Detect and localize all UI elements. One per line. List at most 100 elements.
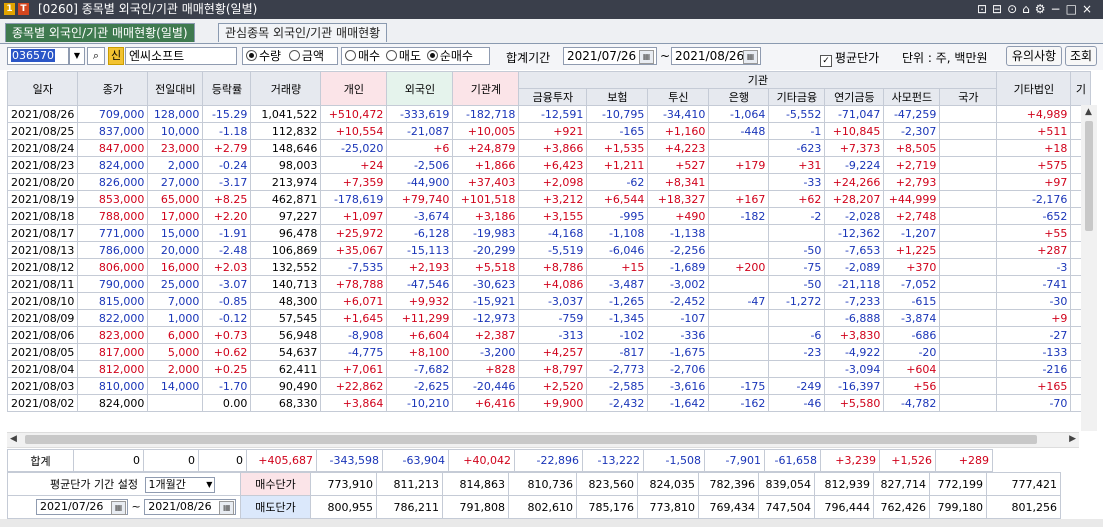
table-row[interactable]: 2021/08/25 837,000 10,000 -1.18 112,832 +10,5… [6, 122, 1092, 140]
table-row[interactable]: 2021/08/05 817,000 5,000 +0.62 54,637 -4,775 +… [6, 343, 1092, 361]
table-row[interactable]: 2021/08/24 847,000 23,000 +2.79 148,646 -25,0… [6, 139, 1092, 157]
header-bank[interactable]: 은행 [708, 88, 770, 106]
header-nation[interactable]: 국가 [939, 88, 998, 106]
table-row[interactable]: 2021/08/20 826,000 27,000 -3.17 213,974 +7,35… [6, 173, 1092, 191]
table-row[interactable]: 2021/08/12 806,000 16,000 +2.03 132,552 -7,53… [6, 258, 1092, 276]
gear-icon[interactable]: ⚙ [1035, 2, 1051, 16]
table-row[interactable]: 2021/08/11 790,000 25,000 -3.07 140,713 +78,7… [6, 275, 1092, 293]
search-icon[interactable]: ⌕ [87, 47, 105, 65]
table-row[interactable]: 2021/08/26 709,000 128,000 -15.29 1,041,522 +… [6, 105, 1092, 123]
dropdown-icon[interactable]: ▼ [69, 47, 85, 65]
cell-volume: 1,041,522 [250, 105, 322, 123]
maximize-icon[interactable]: □ [1066, 2, 1082, 16]
cell-nation [939, 207, 998, 225]
header-trust[interactable]: 투신 [647, 88, 710, 106]
calendar-icon[interactable]: ▦ [111, 501, 126, 515]
notice-button[interactable]: 유의사항 [1006, 46, 1062, 66]
scroll-left-icon[interactable]: ◀ [10, 434, 17, 444]
cell-trust: -2,256 [647, 241, 710, 259]
scroll-right-icon[interactable]: ▶ [1069, 434, 1076, 444]
minimize-icon[interactable]: − [1051, 2, 1066, 16]
radio-net[interactable]: 순매수 [426, 49, 473, 63]
header-fin-invest[interactable]: 금융투자 [518, 88, 588, 106]
radio-qty[interactable]: 수량 [246, 49, 281, 63]
tab-stock-daily[interactable]: 종목별 외국인/기관 매매현황(일별) [5, 23, 195, 42]
header-individual[interactable]: 개인 [320, 71, 388, 106]
query-button[interactable]: 조회 [1065, 46, 1097, 66]
chevron-down-icon: ▼ [206, 479, 213, 489]
buy-price-cell: 782,396 [698, 472, 759, 496]
scroll-thumb[interactable] [25, 435, 1037, 444]
table-row[interactable]: 2021/08/06 823,000 6,000 +0.73 56,948 -8,908 +… [6, 326, 1092, 344]
cell-change: 65,000 [147, 190, 204, 208]
cell-date: 2021/08/19 [6, 190, 79, 208]
window-controls[interactable]: ⊡⊟⊙⌂⚙−□× [977, 2, 1097, 17]
avg-period-value: 1개월간 [148, 477, 186, 491]
calendar-icon[interactable]: ▦ [639, 50, 654, 64]
radio-amount[interactable]: 금액 [288, 49, 324, 63]
link-icon[interactable]: ⊡ [977, 2, 992, 16]
header-date[interactable]: 일자 [6, 71, 79, 106]
header-foreign[interactable]: 외국인 [386, 71, 454, 106]
header-price[interactable]: 종가 [77, 71, 149, 106]
table-row[interactable]: 2021/08/18 788,000 17,000 +2.20 97,227 +1,097… [6, 207, 1092, 225]
table-row[interactable]: 2021/08/23 824,000 2,000 -0.24 98,003 +24 -2,5… [6, 156, 1092, 174]
tab-watchlist[interactable]: 관심종목 외국인/기관 매매현황 [218, 23, 388, 42]
radio-sell[interactable]: 매도 [385, 49, 421, 63]
scroll-up-icon[interactable]: ▲ [1085, 107, 1092, 117]
save-icon[interactable]: ⊟ [992, 2, 1007, 16]
table-row[interactable]: 2021/08/04 812,000 2,000 +0.25 62,411 +7,061-… [6, 360, 1092, 378]
header-change[interactable]: 전일대비 [147, 71, 204, 106]
cell-change: 17,000 [147, 207, 204, 225]
header-insurance[interactable]: 보험 [586, 88, 649, 106]
cell-nation [939, 173, 998, 191]
period-from-input[interactable]: 2021/07/26 ▦ [563, 47, 657, 65]
header-volume[interactable]: 거래량 [250, 71, 322, 106]
table-row[interactable]: 2021/08/17 771,000 15,000 -1.91 96,478 +25,97… [6, 224, 1092, 242]
cell-date: 2021/08/12 [6, 258, 79, 276]
avg-period-select[interactable]: 1개월간 ▼ [145, 476, 216, 493]
avg-to-input[interactable]: 2021/08/26 ▦ [144, 499, 237, 515]
period-tilde: ~ [660, 49, 671, 63]
scroll-thumb[interactable] [1085, 121, 1093, 231]
vertical-scrollbar[interactable]: ▲ [1081, 105, 1097, 431]
calendar-icon[interactable]: ▦ [219, 501, 235, 515]
header-rate[interactable]: 등락률 [202, 71, 252, 106]
header-other-foreign[interactable]: 기 [1070, 71, 1092, 106]
header-private-fund[interactable]: 사모펀드 [883, 88, 941, 106]
camera-icon[interactable]: ⊙ [1007, 2, 1022, 16]
lock-icon[interactable]: ⌂ [1022, 2, 1035, 16]
buy-price-cell: 814,863 [442, 472, 509, 496]
cell-rate: -0.12 [202, 309, 252, 327]
cell-price: 812,000 [77, 360, 149, 378]
total-change: 0 [73, 449, 144, 472]
buy-price-label: 매수단가 [240, 472, 311, 496]
header-other-corp[interactable]: 기타법인 [996, 71, 1072, 106]
table-row[interactable]: 2021/08/19 853,000 65,000 +8.25 462,871 -178,… [6, 190, 1092, 208]
header-other-fin[interactable]: 기타금융 [768, 88, 826, 106]
cell-trust: +8,341 [647, 173, 710, 191]
table-row[interactable]: 2021/08/03 810,000 14,000 -1.70 90,490 +22,86… [6, 377, 1092, 395]
stock-name-field[interactable]: 엔씨소프트 [125, 47, 237, 65]
header-pension[interactable]: 연기금등 [824, 88, 885, 106]
cell-fin-invest: +6,423 [518, 156, 588, 174]
window-badge-2[interactable]: T [18, 3, 29, 15]
calendar-icon[interactable]: ▦ [743, 50, 758, 64]
radio-buy[interactable]: 매수 [345, 49, 380, 63]
stock-code-input[interactable]: 036570 [7, 47, 69, 65]
avg-price-checkbox[interactable]: ✓ 평균단가 [820, 49, 879, 67]
period-to-input[interactable]: 2021/08/26 ▦ [671, 47, 761, 65]
cell-individual: +22,862 [320, 377, 388, 395]
horizontal-scrollbar[interactable]: ◀ ▶ [7, 432, 1079, 448]
close-icon[interactable]: × [1082, 2, 1097, 16]
table-row[interactable]: 2021/08/10 815,000 7,000 -0.85 48,300 +6,071 +… [6, 292, 1092, 310]
header-inst-total[interactable]: 기관계 [452, 71, 520, 106]
cell-private-fund: +1,225 [883, 241, 941, 259]
table-row[interactable]: 2021/08/13 786,000 20,000 -2.48 106,869 +35,0… [6, 241, 1092, 259]
cell-insurance: -1,108 [586, 224, 649, 242]
avg-from-input[interactable]: 2021/07/26 ▦ [36, 499, 128, 515]
window-badge-1[interactable]: 1 [4, 3, 15, 15]
table-row[interactable]: 2021/08/02 824,000 0.00 68,330 +3,864 -10,210… [6, 394, 1092, 412]
table-row[interactable]: 2021/08/09 822,000 1,000 -0.12 57,545 +1,645 +… [6, 309, 1092, 327]
total-foreign: -343,598 [316, 449, 383, 472]
